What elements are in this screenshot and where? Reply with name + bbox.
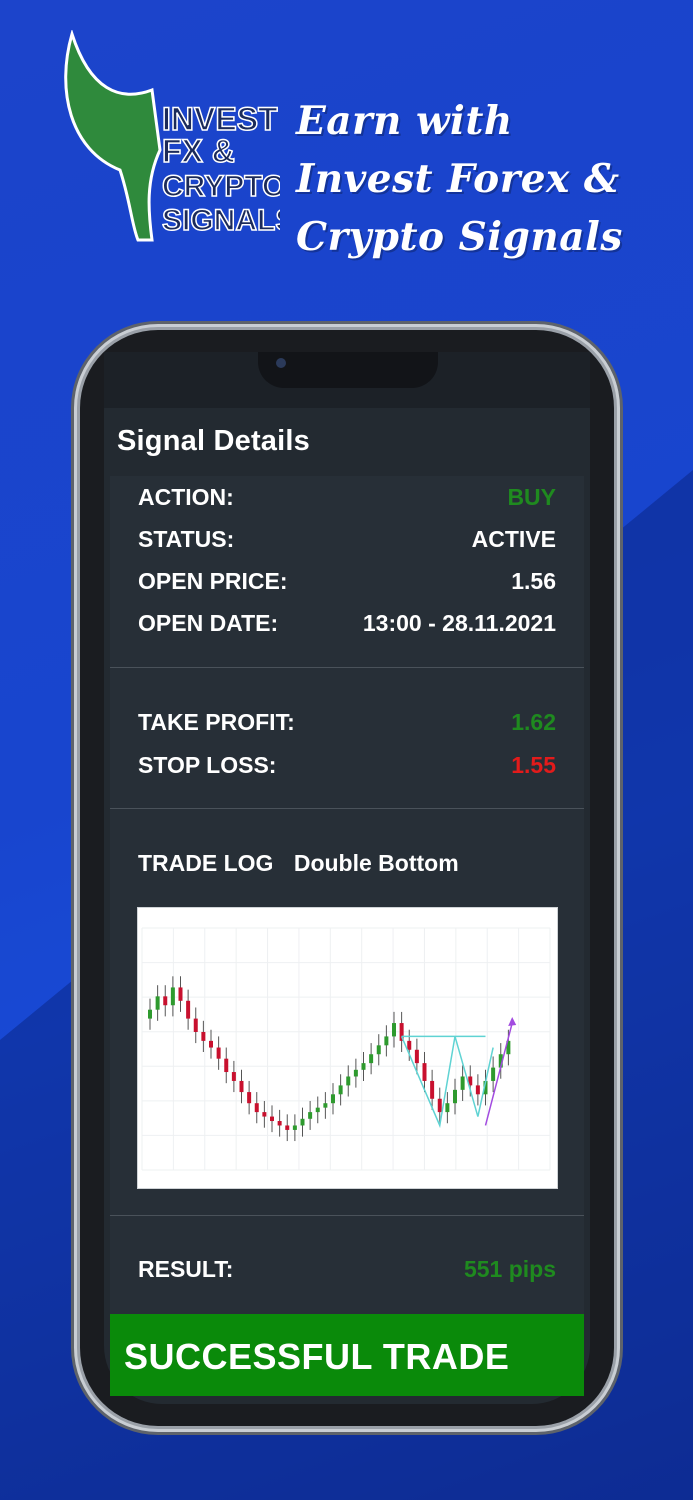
candle [285, 1125, 290, 1130]
candle [308, 1112, 313, 1119]
detail-row-action: ACTION: BUY [138, 484, 556, 520]
candle [148, 1009, 152, 1019]
open-date-value: 13:00 - 28.11.2021 [362, 610, 556, 636]
candle [346, 1076, 351, 1086]
candle [437, 1098, 442, 1113]
page-title: Signal Details [117, 425, 310, 457]
candle [292, 1125, 297, 1130]
detail-row-open-date: OPEN DATE: 13:00 - 28.11.2021 [138, 610, 556, 646]
logo-line-4: SIGNALS [162, 204, 280, 237]
trade-log-heading: TRADE LOG Double Bottom [138, 850, 459, 877]
candle [475, 1085, 480, 1095]
arrow-head-icon [508, 1017, 517, 1027]
candle [247, 1092, 252, 1104]
candle [277, 1121, 282, 1126]
candle [224, 1058, 229, 1073]
candle [193, 1018, 198, 1032]
candle [376, 1045, 381, 1055]
candle [178, 987, 183, 1001]
candle [331, 1094, 335, 1104]
take-profit-label: TAKE PROFIT: [138, 709, 295, 735]
candle [262, 1112, 267, 1117]
open-date-label: OPEN DATE: [138, 610, 279, 636]
candle [460, 1076, 465, 1090]
candle [353, 1069, 358, 1077]
candle [209, 1040, 213, 1048]
detail-row-stop-loss: STOP LOSS: 1.55 [138, 752, 556, 788]
camera-icon [276, 358, 286, 368]
candle [216, 1047, 221, 1059]
result-value: 551 pips [463, 1256, 556, 1282]
detail-row-take-profit: TAKE PROFIT: 1.62 [138, 709, 556, 745]
candle [163, 996, 168, 1006]
logo-line-3: CRYPTO [162, 170, 280, 203]
candle [338, 1085, 343, 1095]
logo-line-2: FX & [162, 133, 235, 169]
candle [445, 1103, 450, 1113]
candle [422, 1063, 427, 1081]
stop-loss-value: 1.55 [511, 752, 556, 778]
candle [392, 1023, 396, 1037]
candle [201, 1031, 206, 1041]
result-label: RESULT: [138, 1256, 234, 1282]
candle [384, 1036, 389, 1046]
status-label: STATUS: [138, 526, 235, 552]
candle [186, 1000, 191, 1019]
trade-log-pattern: Double Bottom [293, 850, 459, 876]
action-value: BUY [507, 484, 556, 510]
candle [323, 1103, 328, 1108]
stop-loss-label: STOP LOSS: [138, 752, 277, 778]
headline-line-2: Invest Forex & [296, 156, 620, 202]
headline-line-3: Crypto Signals [296, 214, 623, 260]
divider [110, 667, 584, 668]
target-arrow [484, 1022, 513, 1126]
candle [361, 1063, 366, 1070]
candle [407, 1040, 412, 1050]
trade-chart [137, 907, 558, 1189]
detail-row-status: STATUS: ACTIVE [138, 526, 556, 562]
status-value: ACTIVE [471, 526, 556, 552]
successful-trade-banner: SUCCESSFUL TRADE [110, 1314, 584, 1396]
candle [315, 1107, 320, 1113]
candle [170, 987, 175, 1006]
candle [453, 1089, 457, 1104]
candlestick-chart [141, 927, 551, 1171]
open-price-value: 1.56 [511, 568, 556, 594]
action-label: ACTION: [138, 484, 234, 510]
candle [239, 1080, 244, 1093]
detail-row-open-price: OPEN PRICE: 1.56 [138, 568, 556, 604]
candle [414, 1049, 419, 1064]
candle [270, 1116, 274, 1122]
take-profit-value: 1.62 [511, 709, 556, 735]
candle [231, 1072, 236, 1081]
banner-text: SUCCESSFUL TRADE [124, 1336, 510, 1377]
open-price-label: OPEN PRICE: [138, 568, 288, 594]
phone-notch [258, 352, 438, 388]
trade-log-label: TRADE LOG [138, 850, 274, 876]
headline-line-1: Earn with [296, 98, 513, 144]
divider [110, 1215, 584, 1216]
candle [300, 1118, 305, 1126]
divider [110, 808, 584, 809]
candle [254, 1103, 259, 1113]
logo-line-1: INVEST [162, 101, 278, 137]
candle [430, 1080, 435, 1099]
candle [491, 1067, 496, 1081]
candle [369, 1054, 374, 1064]
candle [155, 996, 160, 1010]
invest-fx-logo: INVEST FX & CRYPTO SIGNALS [64, 30, 280, 242]
headline: Earn with Invest Forex & Crypto Signals [296, 92, 686, 266]
